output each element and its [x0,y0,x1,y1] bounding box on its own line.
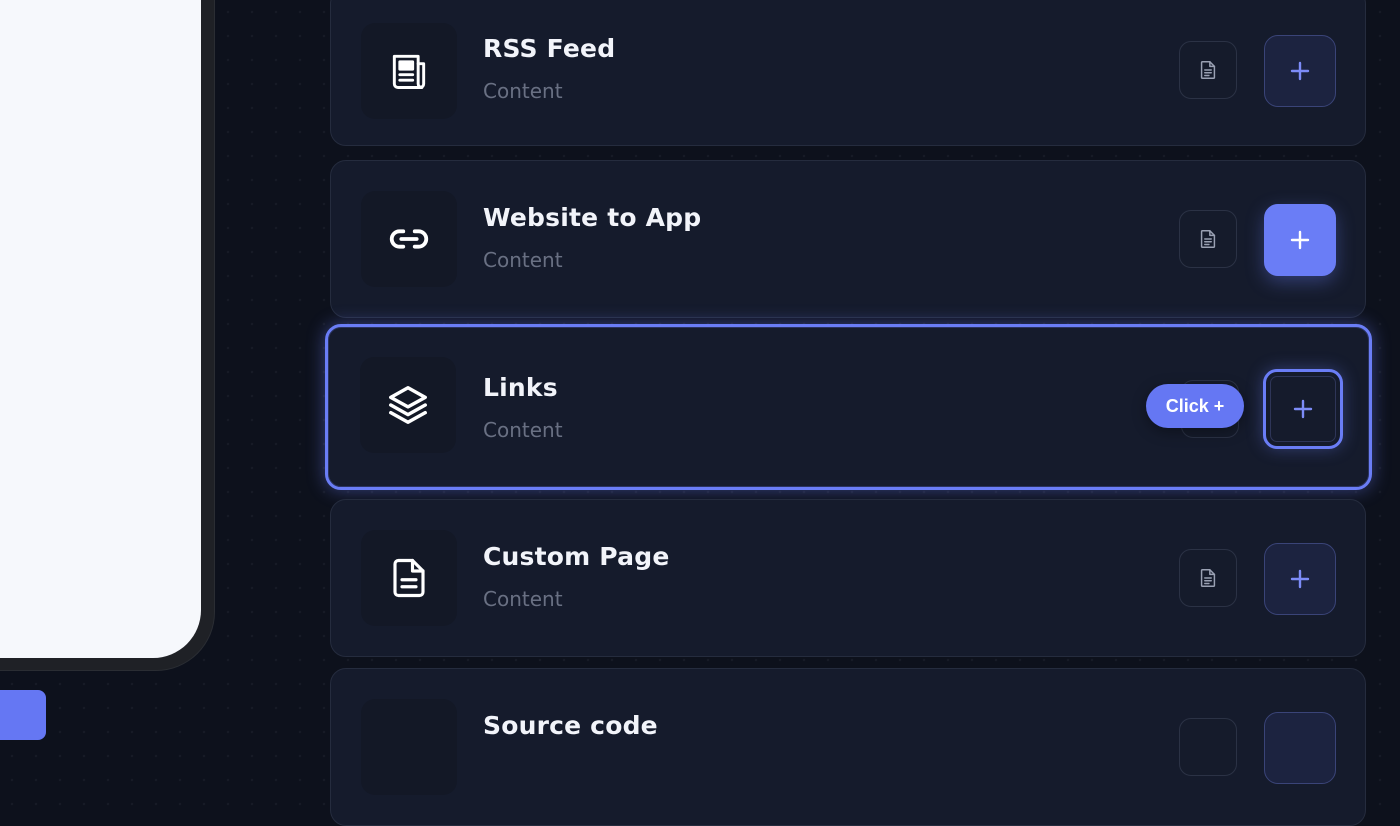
plus-icon [1288,59,1312,83]
code-icon [361,699,457,795]
module-subtitle: Content [483,248,563,272]
document-icon [1197,567,1219,589]
plus-icon [1288,567,1312,591]
docs-button[interactable] [1179,210,1237,268]
docs-button[interactable] [1179,718,1237,776]
docs-button[interactable] [1179,41,1237,99]
module-card-source-code[interactable]: Source code [330,668,1366,826]
phone-preview-frame [0,0,214,670]
add-module-button[interactable] [1264,712,1336,784]
document-icon [1197,59,1219,81]
add-module-button[interactable] [1263,369,1343,449]
plus-icon [1288,228,1312,252]
module-subtitle: Content [483,418,563,442]
document-icon [1197,228,1219,250]
module-subtitle: Content [483,587,563,611]
module-card-links[interactable]: Links Content Click + [325,324,1372,490]
newspaper-icon [361,23,457,119]
layers-icon [360,357,456,453]
module-card-custom-page[interactable]: Custom Page Content [330,499,1366,657]
docs-button[interactable] [1179,549,1237,607]
preview-tab-button[interactable]: es [0,690,46,740]
link-icon [361,191,457,287]
module-title: Custom Page [483,542,669,571]
module-card-website-to-app[interactable]: Website to App Content [330,160,1366,318]
module-title: Links [483,373,558,402]
click-hint-tooltip: Click + [1146,384,1244,428]
add-module-button[interactable] [1264,204,1336,276]
module-subtitle: Content [483,79,563,103]
file-text-icon [361,530,457,626]
add-module-button[interactable] [1264,543,1336,615]
module-card-rss-feed[interactable]: RSS Feed Content [330,0,1366,146]
plus-icon [1291,397,1315,421]
add-module-button[interactable] [1264,35,1336,107]
module-title: Website to App [483,203,701,232]
phone-preview-screen [0,0,201,658]
module-title: Source code [483,711,658,740]
module-title: RSS Feed [483,34,615,63]
